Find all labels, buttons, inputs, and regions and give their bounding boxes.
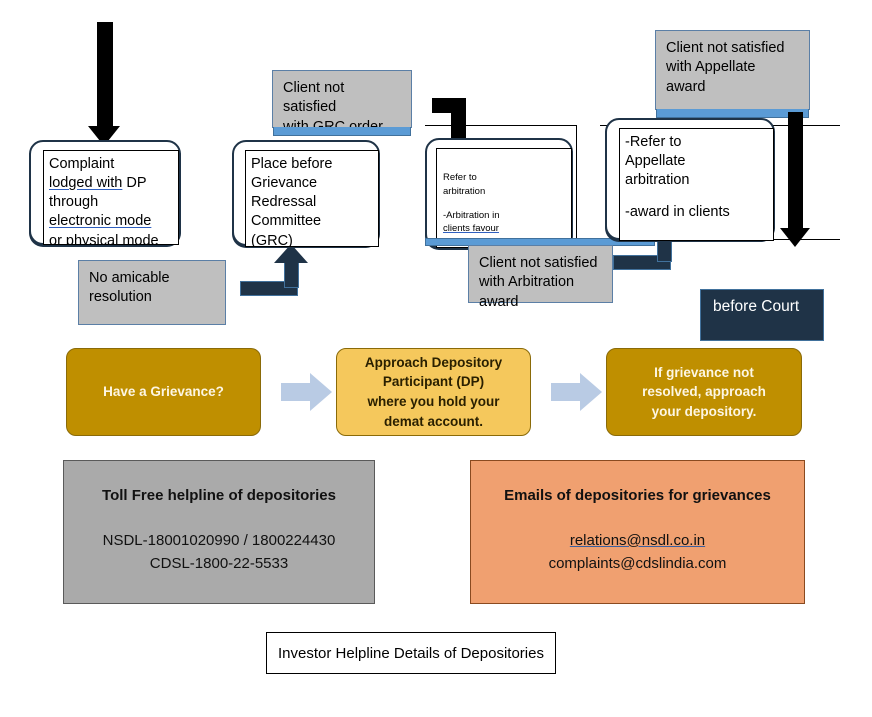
- process-box-arbitration[interactable]: Refer to arbitration -Arbitration in cli…: [425, 138, 573, 248]
- panel-emails[interactable]: Emails of depositories for grievances re…: [470, 460, 805, 604]
- process-box-grc[interactable]: Place before Grievance Redressal Committ…: [232, 140, 380, 247]
- process-box-complaint[interactable]: Complaint lodged with DP through electro…: [29, 140, 181, 245]
- complaint-line-4: electronic mode: [49, 213, 152, 230]
- guide-rule-left-vert: [576, 125, 577, 240]
- step-2-line-4: demat account.: [383, 413, 484, 429]
- email-nsdl-link[interactable]: relations@nsdl.co.in: [570, 532, 705, 549]
- grc-line-1: Place before: [251, 156, 333, 172]
- helpline-heading: Toll Free helpline of depositories: [102, 487, 336, 504]
- callout-no-amicable-line-2: resolution: [89, 289, 152, 306]
- step-1-line-1: Have a Grievance?: [103, 384, 224, 400]
- process-box-grc-text: Place before Grievance Redressal Committ…: [251, 155, 373, 247]
- complaint-line-2: lodged with DP: [49, 175, 147, 192]
- callout-grc-order[interactable]: Client not satisfied with GRC order: [272, 70, 412, 136]
- step-3-text: If grievance not resolved, approach your…: [642, 363, 766, 422]
- callout-appellate-award[interactable]: Client not satisfied with Appellate awar…: [655, 30, 810, 118]
- callout-arbitration-award[interactable]: Client not satisfied with Arbitration aw…: [468, 245, 613, 310]
- step-3-line-3: your depository.: [651, 403, 757, 419]
- complaint-line-3: through: [49, 194, 99, 211]
- arbitration-line-gap: [443, 199, 565, 209]
- complaint-line-1: Complaint: [49, 156, 115, 172]
- appellate-line-2: Appellate: [625, 153, 686, 170]
- process-box-appellate-text: -Refer to Appellate arbitration -award i…: [625, 133, 768, 223]
- court-box-label: before Court: [713, 298, 800, 315]
- step-box-have-a-grievance[interactable]: Have a Grievance?: [66, 348, 261, 436]
- helpline-nsdl-number: NSDL-18001020990 / 1800224430: [102, 532, 336, 549]
- callout-appellate-line-3: award: [666, 78, 706, 95]
- grc-line-2: Grievance: [251, 175, 318, 192]
- step-2-line-3: where you hold your: [367, 394, 500, 409]
- entry-arrow-down-icon: [88, 22, 122, 146]
- appellate-to-court-arrow-icon: [780, 112, 812, 248]
- callout-arb-award-line-3: award: [479, 293, 519, 310]
- appellate-line-gap: [625, 190, 768, 203]
- helpline-cdsl-number: CDSL-1800-22-5533: [149, 555, 289, 572]
- process-box-complaint-text: Complaint lodged with DP through electro…: [49, 155, 173, 245]
- step-1-to-step-2-chevron-icon: [281, 373, 333, 411]
- grc-line-4: Committee: [251, 213, 322, 230]
- appellate-line-1: -Refer to: [625, 134, 682, 150]
- callout-appellate-line-2: with Appellate: [666, 59, 756, 76]
- process-box-grc-inner: Place before Grievance Redressal Committ…: [245, 150, 379, 247]
- step-2-text: Approach Depository Participant (DP) whe…: [365, 353, 502, 431]
- appellate-line-3: arbitration: [625, 172, 690, 189]
- step-box-approach-depository[interactable]: If grievance not resolved, approach your…: [606, 348, 802, 436]
- diagram-title-text: Investor Helpline Details of Depositorie…: [278, 644, 544, 662]
- diagram-title-box: Investor Helpline Details of Depositorie…: [266, 632, 556, 674]
- email-nsdl[interactable]: relations@nsdl.co.in: [471, 532, 804, 549]
- no-amicable-to-grc-elbow-arrow-icon: [240, 244, 310, 296]
- arbitration-line-1: Refer to: [443, 172, 477, 183]
- grc-line-5: (GRC): [251, 232, 293, 247]
- arbitration-line-4: -Arbitration in: [443, 209, 500, 221]
- step-3-line-1: If grievance not: [654, 364, 754, 380]
- callout-no-amicable-line-1: No amicable: [89, 270, 170, 286]
- step-2-line-1: Approach Depository: [364, 354, 503, 370]
- arbitration-line-5: clients favour: [443, 223, 499, 235]
- callout-arb-award-line-1: Client not satisfied: [479, 255, 598, 271]
- process-box-appellate-inner: -Refer to Appellate arbitration -award i…: [619, 128, 774, 241]
- process-box-arbitration-inner: Refer to arbitration -Arbitration in cli…: [436, 148, 572, 248]
- process-box-complaint-inner: Complaint lodged with DP through electro…: [43, 150, 179, 245]
- step-2-line-2: Participant (DP): [382, 374, 485, 390]
- arbitration-line-2: arbitration: [443, 185, 486, 197]
- step-1-text: Have a Grievance?: [103, 382, 224, 402]
- process-box-arbitration-text: Refer to arbitration -Arbitration in cli…: [443, 171, 565, 236]
- step-2-to-step-3-chevron-icon: [551, 373, 603, 411]
- grc-line-3: Redressal: [251, 194, 317, 211]
- step-3-line-2: resolved, approach: [642, 384, 766, 400]
- court-box[interactable]: before Court: [700, 289, 824, 341]
- email-cdsl: complaints@cdslindia.com: [548, 555, 727, 572]
- step-box-approach-dp[interactable]: Approach Depository Participant (DP) whe…: [336, 348, 531, 436]
- callout-no-amicable-resolution[interactable]: No amicable resolution: [78, 260, 226, 325]
- diagram-canvas: Complaint lodged with DP through electro…: [0, 0, 872, 717]
- complaint-line-5: or physical mode: [49, 232, 159, 245]
- callout-grc-order-accent-bar: [273, 127, 411, 136]
- callout-appellate-line-1: Client not satisfied: [666, 40, 785, 56]
- process-box-appellate[interactable]: -Refer to Appellate arbitration -award i…: [605, 118, 775, 241]
- callout-grc-order-line-1: Client not satisfied: [283, 80, 345, 116]
- callout-arb-award-line-2: with Arbitration: [479, 274, 575, 291]
- emails-heading: Emails of depositories for grievances: [504, 487, 771, 504]
- panel-toll-free-helpline[interactable]: Toll Free helpline of depositories NSDL-…: [63, 460, 375, 604]
- appellate-line-5: -award in clients: [625, 204, 730, 221]
